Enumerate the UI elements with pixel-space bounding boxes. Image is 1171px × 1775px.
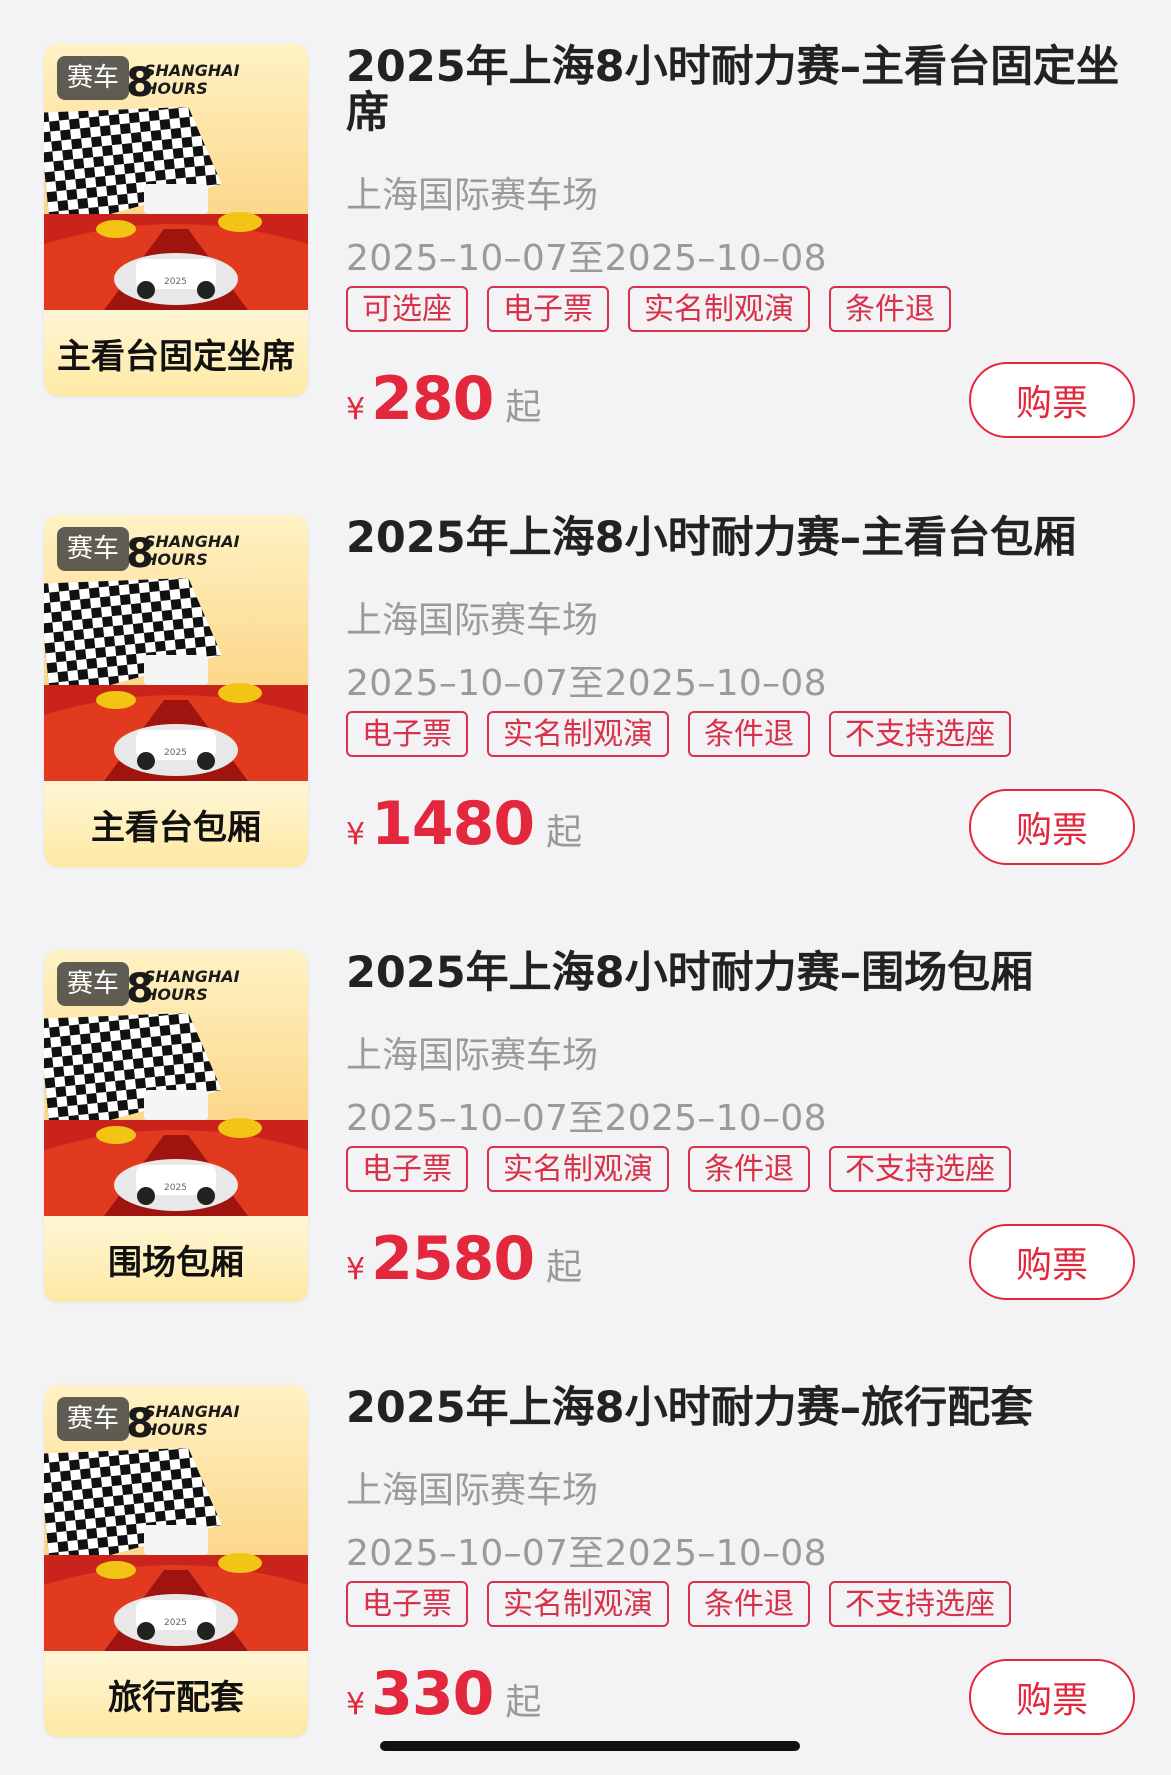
ticket-card[interactable]: SHANGHAI HOURS 8 2025 赛车 主看台包厢 2025年上海8小…: [0, 515, 1171, 905]
buy-ticket-button[interactable]: 购票: [969, 789, 1135, 865]
poster-caption: 旅行配套: [44, 1651, 308, 1737]
ticket-tag: 实名制观演: [628, 286, 810, 332]
poster-caption: 主看台包厢: [44, 781, 308, 867]
tag-row: 电子票 实名制观演 条件退 不支持选座: [346, 1581, 1030, 1627]
event-poster[interactable]: SHANGHAI HOURS 8 2025 赛车 主看台包厢: [44, 515, 308, 867]
currency-symbol: ¥: [346, 392, 366, 427]
ticket-tag: 不支持选座: [829, 1146, 1011, 1192]
currency-symbol: ¥: [346, 1252, 366, 1287]
price: ¥ 280 起: [346, 364, 541, 434]
ticket-tag: 可选座: [346, 286, 468, 332]
price: ¥ 330 起: [346, 1659, 541, 1729]
event-title[interactable]: 2025年上海8小时耐力赛–主看台包厢: [346, 515, 1136, 561]
tag-row: 电子票 实名制观演 条件退 不支持选座: [346, 711, 1030, 757]
ticket-tag: 实名制观演: [487, 1146, 669, 1192]
poster-logo-number: 8: [126, 60, 154, 106]
price-value: 2580: [371, 1224, 535, 1294]
event-poster[interactable]: SHANGHAI HOURS 8 2025 赛车 围场包厢: [44, 950, 308, 1302]
currency-symbol: ¥: [346, 1687, 366, 1722]
price-suffix: 起: [546, 1247, 583, 1288]
event-date: 2025–10–07至2025–10–08: [346, 1098, 827, 1139]
poster-logo-line1: SHANGHAI: [144, 532, 240, 551]
price-suffix: 起: [505, 1682, 542, 1723]
event-poster[interactable]: SHANGHAI HOURS 8 2025 赛车 旅行配套: [44, 1385, 308, 1737]
ticket-card[interactable]: SHANGHAI HOURS 8 2025 赛车 主看台固定坐席 2025年上海…: [0, 44, 1171, 438]
price-value: 330: [371, 1659, 494, 1729]
ticket-tag: 实名制观演: [487, 711, 669, 757]
event-poster[interactable]: SHANGHAI HOURS 8 2025 赛车 主看台固定坐席: [44, 44, 308, 396]
poster-car-number: 2025: [164, 1183, 187, 1193]
ticket-tag: 不支持选座: [829, 1581, 1011, 1627]
buy-ticket-button[interactable]: 购票: [969, 1659, 1135, 1735]
tag-row: 可选座 电子票 实名制观演 条件退: [346, 286, 970, 332]
event-date: 2025–10–07至2025–10–08: [346, 1533, 827, 1574]
category-tag: 赛车: [57, 1397, 130, 1441]
price-value: 1480: [371, 789, 535, 859]
event-title[interactable]: 2025年上海8小时耐力赛–旅行配套: [346, 1385, 1136, 1431]
ticket-tag: 电子票: [346, 711, 468, 757]
poster-car-number: 2025: [164, 277, 187, 287]
ticket-tag: 实名制观演: [487, 1581, 669, 1627]
ticket-tag: 不支持选座: [829, 711, 1011, 757]
ticket-tag: 条件退: [829, 286, 951, 332]
poster-logo-line1: SHANGHAI: [144, 61, 240, 80]
buy-ticket-button[interactable]: 购票: [969, 1224, 1135, 1300]
price: ¥ 2580 起: [346, 1224, 582, 1294]
event-date: 2025–10–07至2025–10–08: [346, 238, 827, 279]
event-venue: 上海国际赛车场: [346, 600, 599, 641]
poster-logo-line1: SHANGHAI: [144, 967, 240, 986]
event-venue: 上海国际赛车场: [346, 1470, 599, 1511]
event-title[interactable]: 2025年上海8小时耐力赛–主看台固定坐席: [346, 44, 1136, 136]
ticket-card[interactable]: SHANGHAI HOURS 8 2025 赛车 围场包厢 2025年上海8小时…: [0, 950, 1171, 1340]
price-suffix: 起: [546, 812, 583, 853]
ticket-tag: 电子票: [487, 286, 609, 332]
event-date: 2025–10–07至2025–10–08: [346, 663, 827, 704]
ticket-tag: 电子票: [346, 1581, 468, 1627]
category-tag: 赛车: [57, 962, 130, 1006]
poster-caption: 主看台固定坐席: [44, 310, 308, 396]
ticket-tag: 电子票: [346, 1146, 468, 1192]
currency-symbol: ¥: [346, 817, 366, 852]
event-title[interactable]: 2025年上海8小时耐力赛–围场包厢: [346, 950, 1136, 996]
poster-caption: 围场包厢: [44, 1216, 308, 1302]
price-value: 280: [371, 364, 494, 434]
ticket-tag: 条件退: [688, 1146, 810, 1192]
ticket-card[interactable]: SHANGHAI HOURS 8 2025 赛车 旅行配套 2025年上海8小时…: [0, 1385, 1171, 1775]
poster-car-number: 2025: [164, 748, 187, 758]
category-tag: 赛车: [57, 527, 130, 571]
poster-logo-line1: SHANGHAI: [144, 1402, 240, 1421]
event-venue: 上海国际赛车场: [346, 1035, 599, 1076]
buy-ticket-button[interactable]: 购票: [969, 362, 1135, 438]
poster-logo-number: 8: [126, 966, 154, 1012]
ticket-tag: 条件退: [688, 711, 810, 757]
ticket-tag: 条件退: [688, 1581, 810, 1627]
category-tag: 赛车: [57, 56, 130, 100]
price-suffix: 起: [505, 387, 542, 428]
event-venue: 上海国际赛车场: [346, 175, 599, 216]
tag-row: 电子票 实名制观演 条件退 不支持选座: [346, 1146, 1030, 1192]
poster-logo-number: 8: [126, 1401, 154, 1447]
home-indicator[interactable]: [380, 1741, 800, 1751]
poster-logo-number: 8: [126, 531, 154, 577]
poster-car-number: 2025: [164, 1618, 187, 1628]
price: ¥ 1480 起: [346, 789, 582, 859]
